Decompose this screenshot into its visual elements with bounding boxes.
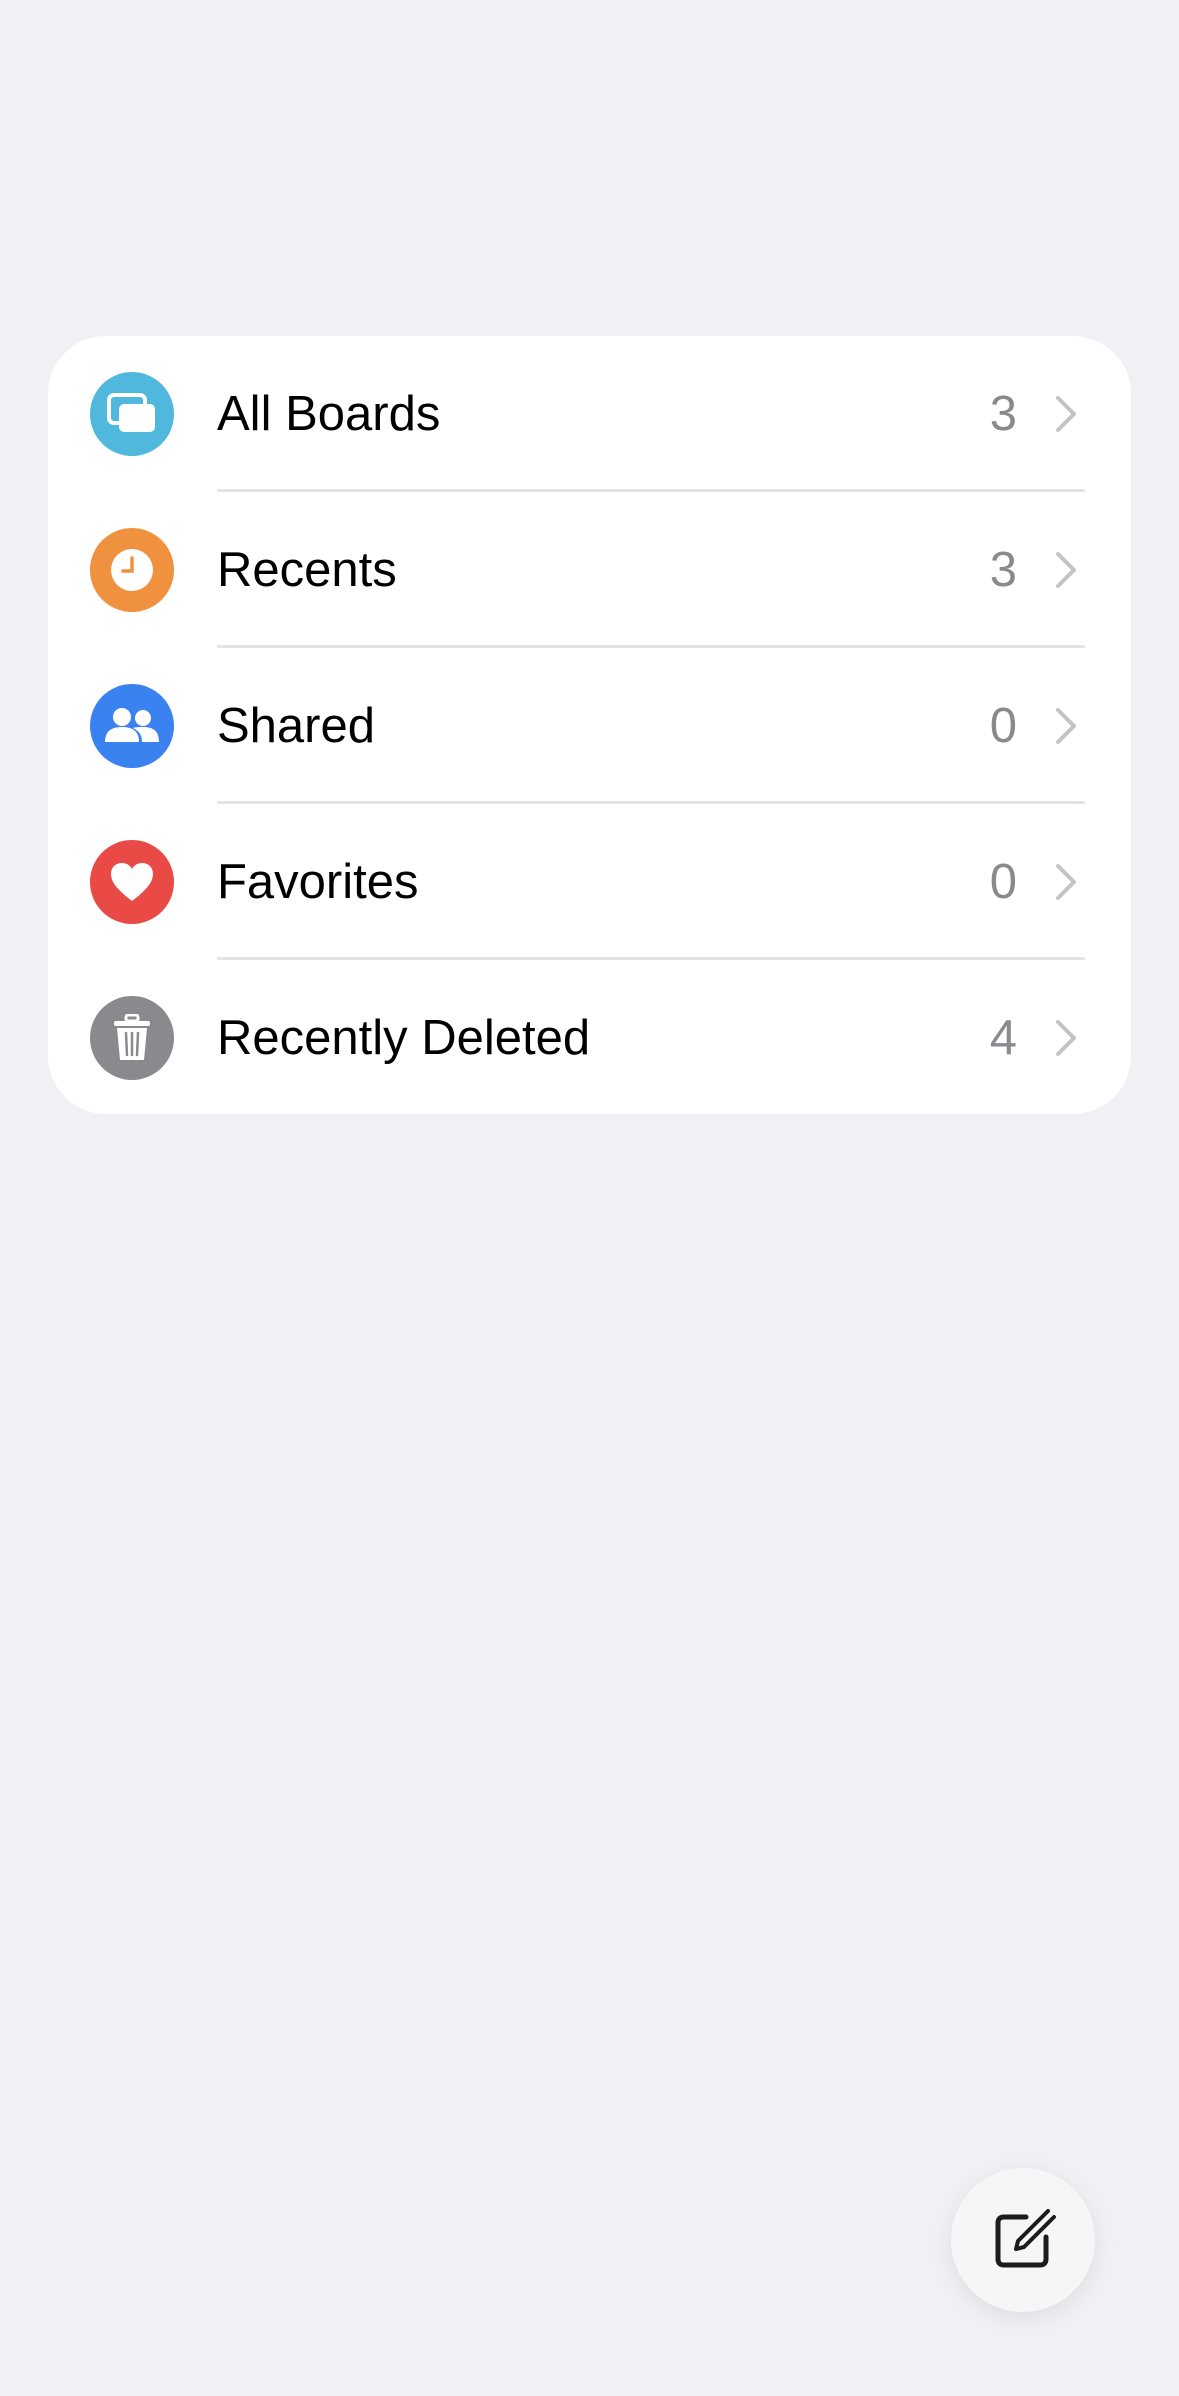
chevron-right-icon <box>1056 396 1076 432</box>
list-item-recents[interactable]: Recents 3 <box>48 492 1131 648</box>
list-item-label: Recently Deleted <box>217 1011 591 1065</box>
list-item-shared[interactable]: Shared 0 <box>48 648 1131 804</box>
item-count: 3 <box>989 387 1017 441</box>
compose-icon <box>995 2209 1056 2268</box>
list-item-label: Recents <box>217 543 397 597</box>
chevron-right-icon <box>1056 708 1076 744</box>
chevron-right-icon <box>1056 552 1076 588</box>
list-item-favorites[interactable]: Favorites 0 <box>48 804 1131 960</box>
new-board-button[interactable] <box>951 2168 1095 2312</box>
heart-icon <box>90 840 174 924</box>
item-count: 4 <box>989 1011 1017 1065</box>
people-icon <box>90 684 174 768</box>
list-item-label: Favorites <box>217 855 419 909</box>
chevron-right-icon <box>1056 1020 1076 1056</box>
item-count: 0 <box>989 699 1017 753</box>
item-count: 0 <box>989 855 1017 909</box>
list-item-label: Shared <box>217 699 376 753</box>
chevron-right-icon <box>1056 864 1076 900</box>
trash-icon <box>90 996 174 1080</box>
list-item-all-boards[interactable]: All Boards 3 <box>48 336 1131 492</box>
item-count: 3 <box>989 543 1017 597</box>
list-item-recently-deleted[interactable]: Recently Deleted 4 <box>48 960 1131 1114</box>
folders-list: All Boards 3 Recents 3 Shared 0 Favorite… <box>48 336 1131 1114</box>
list-item-label: All Boards <box>217 387 441 441</box>
boards-icon <box>90 372 174 456</box>
clock-icon <box>90 528 174 612</box>
